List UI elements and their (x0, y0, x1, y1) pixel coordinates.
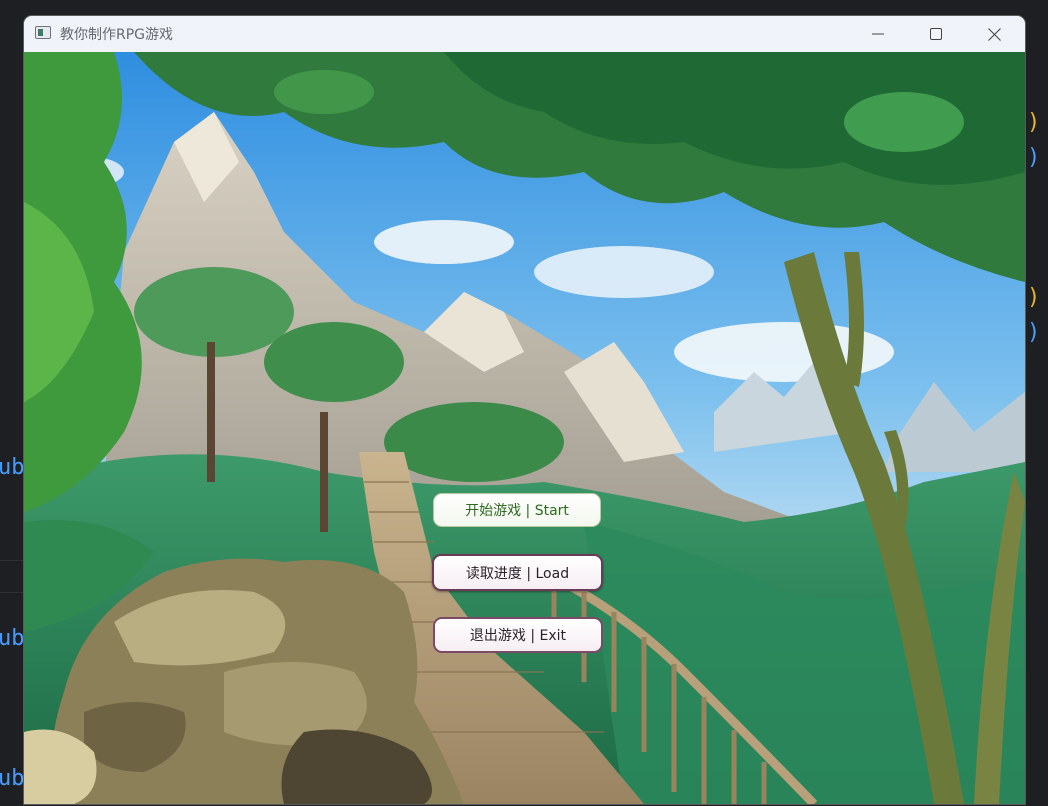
editor-code-fragment: ub (0, 626, 25, 651)
close-icon (987, 27, 1001, 41)
start-game-button[interactable]: 开始游戏 | Start (433, 493, 601, 527)
minimize-icon (872, 33, 884, 35)
exit-game-button[interactable]: 退出游戏 | Exit (433, 617, 603, 653)
title-screen-background: 开始游戏 | Start 读取进度 | Load 退出游戏 | Exit (24, 52, 1025, 804)
editor-code-fragment: ) (1027, 285, 1041, 310)
close-button[interactable] (965, 16, 1023, 52)
minimize-button[interactable] (849, 16, 907, 52)
landscape-illustration (24, 52, 1025, 804)
game-window: 教你制作RPG游戏 开始游戏 | Start 读取进度 | Load 退出游戏 … (24, 16, 1025, 804)
load-game-button[interactable]: 读取进度 | Load (432, 554, 603, 591)
window-title: 教你制作RPG游戏 (60, 27, 174, 43)
editor-code-fragment: ) (1027, 110, 1041, 135)
editor-code-fragment: ub (0, 455, 25, 480)
editor-code-fragment: ub (0, 766, 25, 791)
app-icon (35, 26, 51, 39)
maximize-button[interactable] (907, 16, 965, 52)
title-bar[interactable]: 教你制作RPG游戏 (24, 16, 1025, 52)
editor-code-fragment: ) (1027, 320, 1041, 345)
editor-code-fragment: ) (1027, 145, 1041, 170)
maximize-icon (930, 28, 942, 40)
